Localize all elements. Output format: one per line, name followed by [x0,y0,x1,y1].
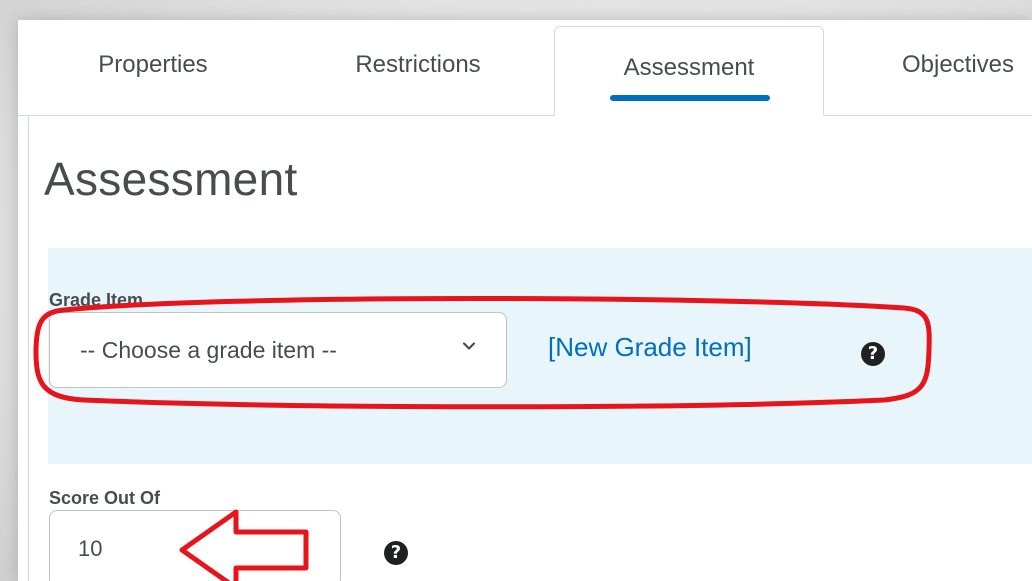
score-out-of-label: Score Out Of [49,488,161,508]
grade-item-select-value: -- Choose a grade item -- [80,336,337,363]
tab-objectives-label: Objectives [901,51,1015,78]
tab-restrictions[interactable]: Restrictions [318,20,518,116]
grade-item-select[interactable]: -- Choose a grade item -- [49,312,507,388]
tab-objectives[interactable]: Objectives [858,20,1032,116]
tab-properties[interactable]: Properties [58,20,248,116]
question-circle-icon[interactable]: ? [384,541,408,565]
new-grade-item-link[interactable]: [New Grade Item] [548,332,752,363]
tab-properties-label: Properties [98,51,208,78]
tab-bar: Properties Restrictions Assessment Objec… [18,20,1032,116]
question-circle-icon[interactable]: ? [861,342,885,366]
tab-restrictions-label: Restrictions [355,51,481,78]
score-out-of-input[interactable] [49,510,341,581]
tab-assessment-label: Assessment [623,54,755,81]
tab-selected-indicator [610,95,770,101]
tab-assessment[interactable]: Assessment [554,26,824,116]
panel-border [28,115,29,581]
page-title: Assessment [44,153,298,205]
chevron-down-icon [462,342,476,350]
grade-item-label: Grade Item [49,290,144,310]
page: Properties Restrictions Assessment Objec… [18,20,1032,581]
